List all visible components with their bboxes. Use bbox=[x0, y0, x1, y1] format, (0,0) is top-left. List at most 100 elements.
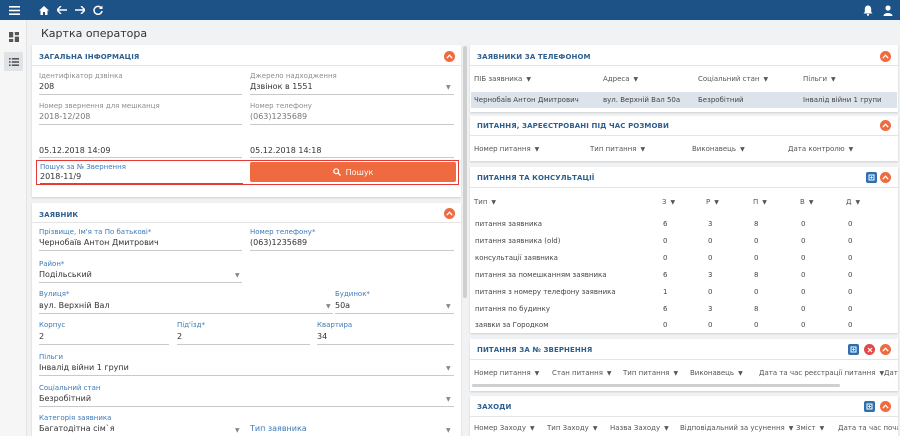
chevron-down-icon[interactable]: ▼ bbox=[446, 84, 451, 91]
add-icon[interactable] bbox=[866, 172, 877, 183]
add-icon[interactable] bbox=[848, 344, 859, 355]
column-header[interactable]: П ▼ bbox=[753, 198, 767, 206]
column-header[interactable]: Назва Заходу ▼ bbox=[610, 424, 669, 432]
apartment-input[interactable]: 34 bbox=[317, 332, 327, 341]
scrollbar[interactable] bbox=[463, 46, 467, 298]
column-header[interactable]: ПІБ заявника ▼ bbox=[474, 75, 531, 83]
column-header[interactable]: Стан питання ▼ bbox=[552, 369, 612, 377]
end-time-underline bbox=[250, 157, 454, 158]
table-row[interactable]: питання по будинку 6 3 8 0 0 bbox=[470, 302, 898, 319]
home-icon[interactable] bbox=[38, 0, 50, 20]
close-icon[interactable] bbox=[864, 344, 875, 355]
chevron-down-icon[interactable]: ▼ bbox=[446, 303, 451, 310]
table-row[interactable]: заявки за Городком 0 0 0 0 0 bbox=[470, 319, 898, 333]
chevron-up-icon[interactable] bbox=[880, 344, 891, 355]
social-status-select[interactable]: Безробітний bbox=[39, 394, 91, 403]
column-header[interactable]: Зміст ▼ bbox=[796, 424, 824, 432]
chevron-up-icon[interactable] bbox=[880, 401, 891, 412]
divider bbox=[470, 135, 898, 136]
building-select[interactable]: 50а bbox=[335, 301, 350, 310]
benefits-select[interactable]: Інвалід війни 1 групи bbox=[39, 363, 129, 372]
applicant-type-select[interactable]: Тип заявника bbox=[250, 424, 307, 433]
phone-underline bbox=[250, 124, 454, 125]
call-end-time: 05.12.2018 14:18 bbox=[250, 146, 322, 155]
general-info-title: ЗАГАЛЬНА ІНФОРМАЦІЯ bbox=[39, 53, 140, 61]
column-header[interactable]: Номер питання ▼ bbox=[474, 145, 539, 153]
table-cell: 0 bbox=[754, 288, 759, 296]
table-cell: 3 bbox=[708, 220, 713, 228]
chevron-up-icon[interactable] bbox=[880, 172, 891, 183]
applicant-phone-input[interactable]: (063)1235689 bbox=[250, 238, 307, 247]
chevron-down-icon[interactable]: ▼ bbox=[446, 427, 451, 434]
chevron-down-icon[interactable]: ▼ bbox=[446, 396, 451, 403]
column-header[interactable]: Тип питання ▼ bbox=[623, 369, 678, 377]
entrance-input[interactable]: 2 bbox=[177, 332, 182, 341]
street-select[interactable]: вул. Верхній Вал bbox=[39, 301, 110, 310]
search-button[interactable]: Пошук bbox=[250, 162, 456, 182]
by-appeal-title: ПИТАННЯ ЗА № ЗВЕРНЕННЯ bbox=[477, 346, 593, 354]
column-header[interactable]: Виконавець ▼ bbox=[692, 145, 745, 153]
column-header[interactable]: Адреса ▼ bbox=[603, 75, 638, 83]
menu-icon[interactable] bbox=[7, 0, 21, 20]
table-row[interactable]: Чернобаїв Антон Дмитрович вул. Верхній В… bbox=[471, 92, 897, 108]
table-row[interactable]: питання заявника (old) 0 0 0 0 0 bbox=[470, 234, 898, 251]
table-row[interactable]: питання заявника 6 3 8 0 0 bbox=[470, 217, 898, 234]
column-header[interactable]: Соціальний стан ▼ bbox=[698, 75, 768, 83]
column-header[interactable]: Номер питання ▼ bbox=[474, 369, 539, 377]
chevron-down-icon[interactable]: ▼ bbox=[235, 272, 240, 279]
filter-icon: ▼ bbox=[762, 199, 767, 206]
table-cell: 0 bbox=[848, 220, 853, 228]
chevron-up-icon[interactable] bbox=[444, 51, 455, 62]
column-header[interactable]: Виконавець ▼ bbox=[690, 369, 743, 377]
column-header[interactable]: Пільги ▼ bbox=[803, 75, 836, 83]
column-header[interactable]: Дата контролю ▼ bbox=[788, 145, 853, 153]
forward-arrow-icon[interactable] bbox=[74, 0, 86, 20]
search-appeal-input[interactable]: 2018-11/9 bbox=[40, 172, 81, 181]
chevron-down-icon[interactable]: ▼ bbox=[326, 303, 331, 310]
column-header[interactable]: Д ▼ bbox=[846, 198, 860, 206]
filter-icon: ▼ bbox=[530, 425, 535, 432]
bell-icon[interactable] bbox=[862, 0, 874, 20]
horizontal-scrollbar[interactable] bbox=[472, 384, 840, 387]
user-icon[interactable] bbox=[882, 0, 894, 20]
table-cell: 8 bbox=[754, 305, 759, 313]
back-arrow-icon[interactable] bbox=[56, 0, 68, 20]
by-phone-title: ЗАЯВНИКИ ЗА ТЕЛЕФОНОМ bbox=[477, 53, 591, 61]
chevron-up-icon[interactable] bbox=[880, 120, 891, 131]
chevron-up-icon[interactable] bbox=[444, 208, 455, 219]
column-header[interactable]: Номер Заходу ▼ bbox=[474, 424, 535, 432]
entrance-underline bbox=[177, 344, 310, 345]
category-select[interactable]: Багатодітна сім`я bbox=[39, 424, 115, 433]
benefits-label: Пільги bbox=[39, 353, 64, 361]
applicant-phone-underline bbox=[250, 250, 454, 251]
add-icon[interactable] bbox=[864, 401, 875, 412]
column-header[interactable]: В ▼ bbox=[800, 198, 813, 206]
district-select[interactable]: Подільський bbox=[39, 270, 92, 279]
source-select[interactable]: Дзвінок в 1551 bbox=[250, 82, 313, 91]
column-header[interactable]: Тип ▼ bbox=[474, 198, 496, 206]
column-header[interactable]: Р ▼ bbox=[706, 198, 719, 206]
chevron-up-icon[interactable] bbox=[880, 51, 891, 62]
table-row[interactable]: консультації заявника 0 0 0 0 0 bbox=[470, 251, 898, 268]
category-label: Категорія заявника bbox=[39, 414, 112, 422]
column-header[interactable]: Відповідальний за усунення ▼ bbox=[680, 424, 793, 432]
column-header[interactable]: Дата та час поча bbox=[838, 424, 898, 432]
dashboard-icon[interactable] bbox=[4, 27, 23, 46]
divider bbox=[470, 359, 898, 360]
building-underline bbox=[335, 313, 454, 314]
column-header[interactable]: Дат bbox=[884, 369, 898, 377]
table-row[interactable]: питання з номеру телефону заявника 1 0 0… bbox=[470, 285, 898, 302]
call-questions-title: ПИТАННЯ, ЗАРЕЄСТРОВАНІ ПІД ЧАС РОЗМОВИ bbox=[477, 122, 669, 130]
korpus-input[interactable]: 2 bbox=[39, 332, 44, 341]
column-header[interactable]: Тип Заходу ▼ bbox=[547, 424, 597, 432]
list-icon[interactable] bbox=[4, 52, 23, 71]
table-row[interactable]: питання за помешканням заявника 6 3 8 0 … bbox=[470, 268, 898, 285]
filter-icon: ▼ bbox=[640, 146, 646, 153]
refresh-icon[interactable] bbox=[92, 0, 104, 20]
column-header[interactable]: З ▼ bbox=[662, 198, 675, 206]
chevron-down-icon[interactable]: ▼ bbox=[446, 365, 451, 372]
chevron-down-icon[interactable]: ▼ bbox=[235, 427, 240, 434]
column-header[interactable]: Дата та час реєстрації питання ▼ bbox=[759, 369, 884, 377]
name-input[interactable]: Чернобаїв Антон Дмитрович bbox=[39, 238, 159, 247]
column-header[interactable]: Тип питання ▼ bbox=[590, 145, 645, 153]
